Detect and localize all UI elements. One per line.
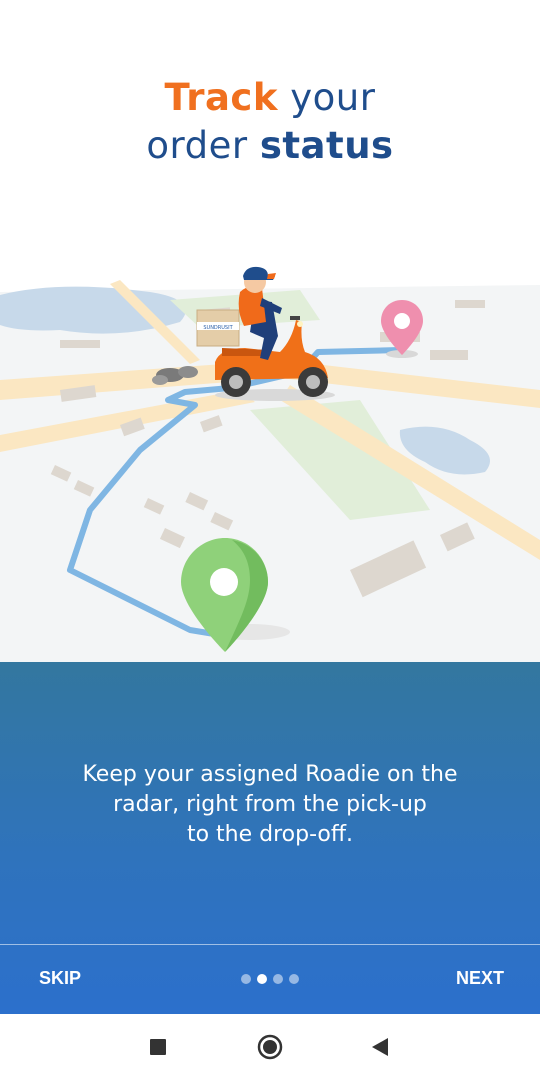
page-dot[interactable] — [273, 974, 283, 984]
page-title: Track your order status — [0, 74, 540, 170]
recents-square-icon[interactable] — [138, 1014, 178, 1080]
system-navigation-bar — [0, 1014, 540, 1080]
title-accent: Track — [164, 76, 278, 119]
onboarding-panel: Keep your assigned Roadie on the radar, … — [0, 662, 540, 1014]
page-indicator — [241, 974, 299, 984]
title-part1: your — [277, 76, 376, 119]
page-dot[interactable] — [289, 974, 299, 984]
footer-divider — [0, 944, 540, 945]
back-triangle-icon[interactable] — [360, 1014, 400, 1080]
home-circle-icon[interactable] — [250, 1014, 290, 1080]
skip-button[interactable]: SKIP — [39, 968, 81, 989]
page-dot-active[interactable] — [257, 974, 267, 984]
title-part2: order — [146, 124, 260, 167]
page-dot[interactable] — [241, 974, 251, 984]
next-button[interactable]: NEXT — [456, 968, 504, 989]
delivery-map-illustration: SUNDRUSIT — [0, 240, 540, 662]
box-label: SUNDRUSIT — [203, 325, 233, 331]
onboarding-description: Keep your assigned Roadie on the radar, … — [82, 762, 458, 847]
title-strong: status — [259, 124, 394, 167]
